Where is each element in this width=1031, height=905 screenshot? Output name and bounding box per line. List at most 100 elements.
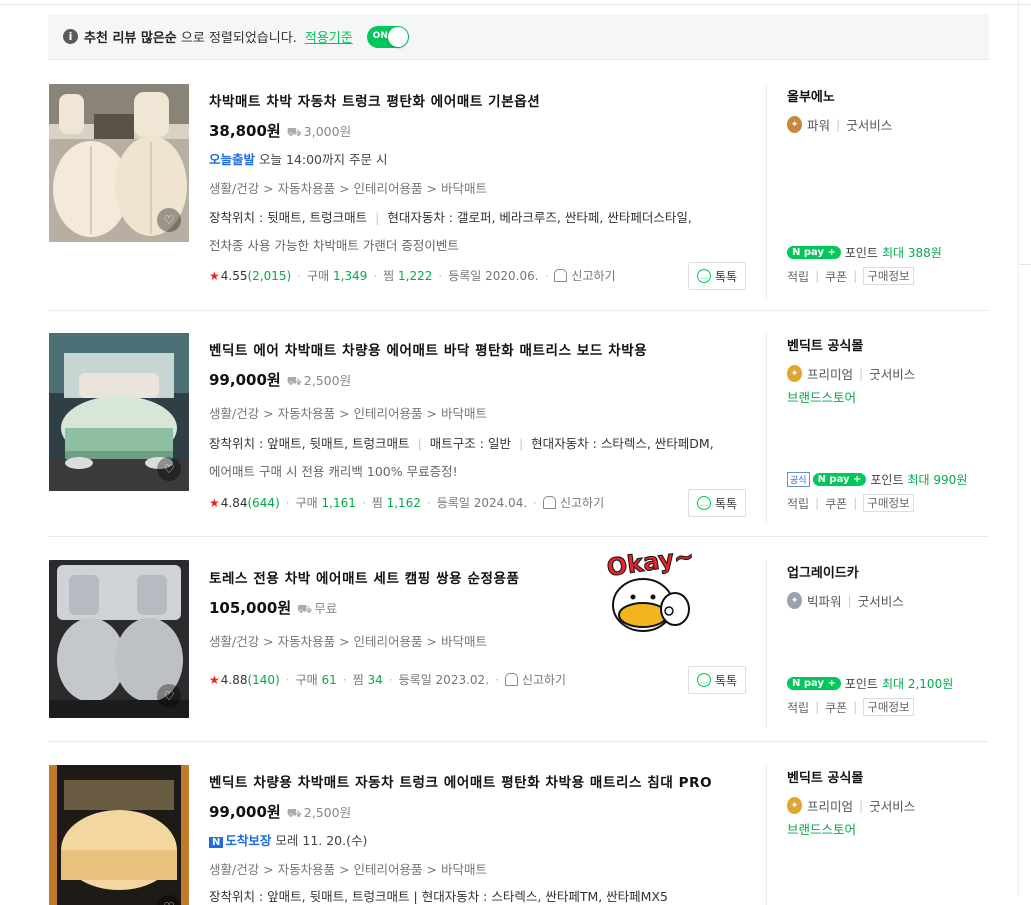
review-count[interactable]: (140) <box>247 673 279 687</box>
seller-links: 적립 | 쿠폰 | 구매정보 <box>787 698 914 716</box>
coupon-link[interactable]: 쿠폰 <box>825 268 847 285</box>
product-thumbnail[interactable]: ♡ <box>49 333 189 491</box>
purchase-info-button[interactable]: 구매정보 <box>863 267 914 285</box>
right-divider <box>1018 0 1019 896</box>
toggle-knob <box>387 26 408 47</box>
medal-icon: ✦ <box>787 365 802 382</box>
product-item: ♡ 벤딕트 에어 차박매트 차량용 에어매트 바닥 평탄화 매트리스 보드 차박… <box>48 333 989 537</box>
info-icon: i <box>63 29 78 44</box>
product-desc: 에어매트 구매 시 전용 캐리백 100% 무료증정! <box>209 464 458 479</box>
coupon-link[interactable]: 쿠폰 <box>825 495 847 512</box>
product-title[interactable]: 벤딕트 에어 차박매트 차량용 에어매트 바닥 평탄화 매트리스 보드 차박용 <box>209 339 647 359</box>
sort-notice-bar: i 추천 리뷰 많은순 으로 정렬되었습니다. 적용기준 ON <box>48 14 989 60</box>
star-icon: ★ <box>209 672 220 687</box>
save-link[interactable]: 적립 <box>787 495 809 512</box>
meta-row: ★ 4.55 (2,015) · 구매 1,349 · 찜 1,222 · 등록일 2… <box>209 267 616 284</box>
right-divider-tick <box>1018 264 1031 265</box>
shipping-fee: 2,500원 <box>303 373 352 388</box>
truck-icon: ⛟ <box>286 806 302 820</box>
product-title[interactable]: 차박매트 차박 자동차 트렁크 평탄화 에어매트 기본옵션 <box>209 90 540 110</box>
coupon-link[interactable]: 쿠폰 <box>825 699 847 716</box>
sort-toggle[interactable]: ON <box>366 25 409 48</box>
chat-icon: … <box>696 673 711 687</box>
heart-icon[interactable]: ♡ <box>157 208 181 232</box>
brandstore-link[interactable]: 브랜드스토어 <box>787 819 856 838</box>
npay-icon: N pay + <box>787 246 841 259</box>
meta-row: ★ 4.84 (644) · 구매 1,161 · 찜 1,162 · 등록일 202… <box>209 494 605 511</box>
medal-icon: ✦ <box>787 797 802 814</box>
talktalk-button[interactable]: … 톡톡 <box>688 489 746 517</box>
product-thumbnail[interactable]: ♡ <box>49 84 189 242</box>
talktalk-button[interactable]: … 톡톡 <box>688 666 746 694</box>
price-row: 99,000원 ⛟ 2,500원 <box>209 801 351 822</box>
svg-text:Okay~: Okay~ <box>605 545 696 582</box>
npay-points: N pay + 포인트 최대 388원 <box>787 244 942 261</box>
medal-icon: ✦ <box>787 592 802 609</box>
seller-links: 적립 | 쿠폰 | 구매정보 <box>787 494 914 512</box>
seller-panel: 벤딕트 공식몰 ✦ 프리미엄 | 굿서비스 브랜드스토어 <box>766 765 987 905</box>
product-title[interactable]: 벤딕트 차량용 차박매트 자동차 트렁크 에어매트 평탄화 차박용 매트리스 침… <box>209 771 712 791</box>
product-item: ♡ 벤딕트 차량용 차박매트 자동차 트렁크 에어매트 평탄화 차박용 매트리스… <box>48 765 989 905</box>
seller-grade: ✦ 파워 | 굿서비스 <box>787 115 892 134</box>
seller-panel: 업그레이드카 ✦ 빅파워 | 굿서비스 N pay + 포인트 최대 2,100원 적… <box>766 560 987 728</box>
heart-icon[interactable]: ♡ <box>157 457 181 481</box>
seller-links: 적립 | 쿠폰 | 구매정보 <box>787 267 914 285</box>
category-path: 생활/건강 > 자동차용품 > 인테리어용품 > 바닥매트 <box>209 634 487 649</box>
shipping-fee: 2,500원 <box>303 805 352 820</box>
today-ship-badge: 오늘출발 <box>209 152 256 167</box>
delivery-info: 오늘출발 오늘 14:00까지 주문 시 <box>209 152 388 167</box>
npay-points: N pay + 포인트 최대 2,100원 <box>787 675 953 692</box>
chat-icon: … <box>696 496 711 510</box>
seller-grade: ✦ 프리미엄 | 굿서비스 <box>787 364 915 383</box>
price: 105,000원 <box>209 599 292 617</box>
shipping-fee: 3,000원 <box>303 124 352 139</box>
talktalk-button[interactable]: … 톡톡 <box>688 262 746 290</box>
truck-icon: ⛟ <box>286 374 302 388</box>
save-link[interactable]: 적립 <box>787 699 809 716</box>
seller-name[interactable]: 벤딕트 공식몰 <box>787 767 863 786</box>
seller-name[interactable]: 올부에노 <box>787 86 835 105</box>
official-badge: 공식 <box>787 472 810 487</box>
product-thumbnail[interactable]: ♡ <box>49 765 189 905</box>
review-count[interactable]: (644) <box>247 496 279 510</box>
save-link[interactable]: 적립 <box>787 268 809 285</box>
npay-points: 공식 N pay + 포인트 최대 990원 <box>787 471 967 488</box>
report-icon <box>554 269 568 282</box>
report-link[interactable]: 신고하기 <box>571 267 615 284</box>
category-path: 생활/건강 > 자동차용품 > 인테리어용품 > 바닥매트 <box>209 406 487 421</box>
chat-icon: … <box>696 269 711 283</box>
price: 38,800원 <box>209 122 281 140</box>
medal-icon: ✦ <box>787 116 802 133</box>
price: 99,000원 <box>209 371 281 389</box>
purchase-info-button[interactable]: 구매정보 <box>863 698 914 716</box>
product-title[interactable]: 토레스 전용 차박 에어매트 세트 캠핑 쌍용 순정용품 <box>209 567 520 587</box>
brandstore-link[interactable]: 브랜드스토어 <box>787 387 856 406</box>
price: 99,000원 <box>209 803 281 821</box>
purchase-info-button[interactable]: 구매정보 <box>863 494 914 512</box>
heart-icon[interactable]: ♡ <box>157 684 181 708</box>
seller-panel: 벤딕트 공식몰 ✦ 프리미엄 | 굿서비스 브랜드스토어 공식 N pay + 포인… <box>766 333 987 523</box>
report-icon <box>542 496 556 509</box>
star-icon: ★ <box>209 495 220 510</box>
toggle-label: ON <box>372 30 388 41</box>
top-border <box>0 0 1031 5</box>
report-link[interactable]: 신고하기 <box>522 671 566 688</box>
seller-name[interactable]: 업그레이드카 <box>787 562 859 581</box>
report-link[interactable]: 신고하기 <box>560 494 604 511</box>
product-desc: 전차종 사용 가능한 차박매트 가랜더 증정이벤트 <box>209 238 459 253</box>
npay-icon: N pay + <box>787 677 841 690</box>
spec-list: 장착위치 : 앞매트, 뒷매트, 트렁크매트 | 매트구조 : 일반 | 현대자동차 :… <box>209 436 714 451</box>
seller-grade: ✦ 프리미엄 | 굿서비스 <box>787 796 915 815</box>
spec-list: 장착위치 : 뒷매트, 트렁크매트 | 현대자동차 : 갤로퍼, 베라크루즈, 싼타… <box>209 210 692 225</box>
product-item: ♡ 토레스 전용 차박 에어매트 세트 캠핑 쌍용 순정용품 105,000원 … <box>48 560 989 742</box>
arrival-guarantee-badge: N 도착보장 <box>209 833 271 848</box>
category-path: 생활/건강 > 자동차용품 > 인테리어용품 > 바닥매트 <box>209 862 487 877</box>
seller-name[interactable]: 벤딕트 공식몰 <box>787 335 863 354</box>
report-icon <box>504 673 518 686</box>
okay-sticker: Okay~ <box>605 545 696 632</box>
criteria-link[interactable]: 적용기준 <box>305 27 353 46</box>
review-count[interactable]: (2,015) <box>247 269 291 283</box>
price-row: 38,800원 ⛟ 3,000원 <box>209 120 351 141</box>
product-thumbnail[interactable]: ♡ <box>49 560 189 718</box>
npay-icon: N pay + <box>812 473 867 486</box>
